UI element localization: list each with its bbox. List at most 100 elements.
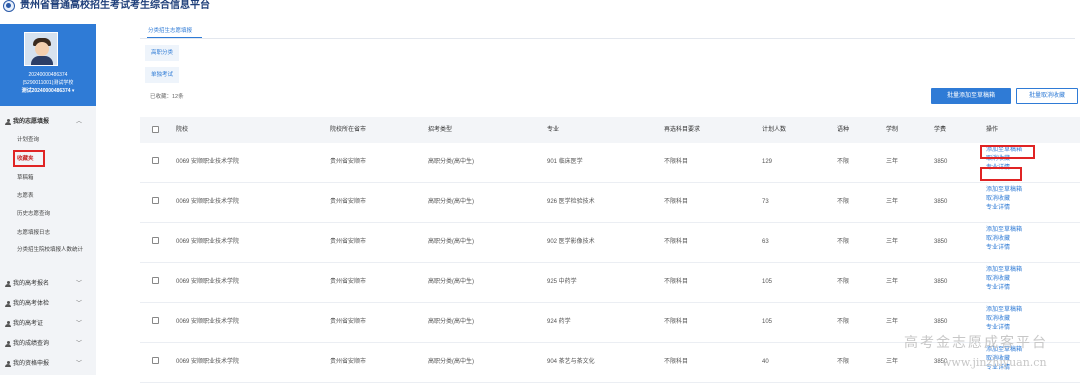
cell-lang: 不限 [837, 279, 850, 285]
cell-school: 0069 安顺职业技术学院 [176, 239, 240, 245]
add-to-draft-link[interactable]: 添加至草稿箱 [986, 306, 1022, 314]
cell-req: 不限科目 [664, 359, 689, 365]
sidebar-item-log[interactable]: 志愿填报日志 [17, 229, 50, 237]
cell-city: 贵州省安顺市 [330, 359, 367, 365]
row-checkbox[interactable] [152, 237, 159, 244]
cell-major: 902 医学影像技术 [547, 239, 595, 245]
column-header: 专业 [547, 127, 560, 133]
sidebar-section-scores[interactable]: 我的成绩查询 ﹀ [0, 334, 96, 354]
highlight-box [980, 167, 1022, 181]
remove-favorite-link[interactable]: 取消收藏 [986, 315, 1010, 323]
batch-remove-favorite-button[interactable]: 批量取消收藏 [1016, 88, 1078, 104]
row-checkbox[interactable] [152, 197, 159, 204]
profile-school: (5290011001)测试学校 [22, 80, 74, 86]
row-checkbox[interactable] [152, 357, 159, 364]
cell-city: 贵州省安顺市 [330, 199, 367, 205]
column-header: 操作 [986, 127, 999, 133]
cell-major: 924 药学 [547, 319, 571, 325]
cell-city: 贵州省安顺市 [330, 319, 367, 325]
remove-favorite-link[interactable]: 取消收藏 [986, 235, 1010, 243]
table-row: 0069 安顺职业技术学院 贵州省安顺市 高职分类(高中生) 902 医学影像技术 不限… [140, 223, 1080, 263]
add-to-draft-link[interactable]: 添加至草稿箱 [986, 226, 1022, 234]
sidebar-item-volunteer-table[interactable]: 志愿表 [17, 192, 34, 200]
cell-fee: 3850 [934, 199, 948, 205]
sidebar-section-registration[interactable]: 我的高考报名 ﹀ [0, 274, 96, 294]
sidebar-section-admission-card[interactable]: 我的高考证 ﹀ [0, 314, 96, 334]
sidebar-section-label: 我的高考体检 [13, 301, 50, 307]
chevron-down-icon: ﹀ [76, 341, 83, 347]
sidebar: 20240000486374 (5290011001)测试学校 测试202400… [0, 24, 96, 375]
select-all-checkbox[interactable] [152, 126, 159, 133]
person-icon [5, 361, 11, 367]
major-detail-link[interactable]: 专业详情 [986, 204, 1010, 212]
chevron-down-icon: ﹀ [76, 321, 83, 327]
cell-plan: 129 [762, 159, 773, 165]
cell-lang: 不限 [837, 199, 850, 205]
row-checkbox[interactable] [152, 277, 159, 284]
tab-classified-volunteer[interactable]: 分类招生志愿填报 [148, 26, 192, 36]
cell-years: 三年 [886, 319, 899, 325]
favorites-count: 已收藏：12条 [150, 94, 184, 100]
sidebar-section-label: 我的成绩查询 [13, 341, 50, 347]
person-icon [5, 119, 11, 125]
watermark-url: www.jinzhiyuan.cn [942, 356, 1047, 369]
cell-type: 高职分类(高中生) [428, 359, 474, 365]
cell-lang: 不限 [837, 319, 850, 325]
cell-school: 0069 安顺职业技术学院 [176, 279, 240, 285]
divider [140, 38, 1075, 39]
major-detail-link[interactable]: 专业详情 [986, 244, 1010, 252]
person-icon [5, 301, 11, 307]
table-row: 0069 安顺职业技术学院 贵州省安顺市 高职分类(高中生) 926 医学检验技术 不限… [140, 183, 1080, 223]
cell-city: 贵州省安顺市 [330, 279, 367, 285]
filter-chip-vocational[interactable]: 高职分类 [145, 45, 180, 61]
column-header: 再选科目要求 [664, 127, 701, 133]
cell-lang: 不限 [837, 359, 850, 365]
cell-major: 901 临床医学 [547, 159, 583, 165]
add-to-draft-link[interactable]: 添加至草稿箱 [986, 186, 1022, 194]
row-checkbox[interactable] [152, 157, 159, 164]
batch-add-draft-button[interactable]: 批量添加至草稿箱 [931, 88, 1011, 104]
column-header: 院校 [176, 127, 189, 133]
sidebar-section-volunteer[interactable]: 我的志愿填报 ︿ [0, 112, 96, 132]
sidebar-section-label: 我的高考证 [13, 321, 44, 327]
sidebar-item-history[interactable]: 历史志愿查询 [17, 210, 50, 218]
add-to-draft-link[interactable]: 添加至草稿箱 [986, 266, 1022, 274]
cell-req: 不限科目 [664, 239, 689, 245]
cell-plan: 105 [762, 279, 773, 285]
sidebar-section-label: 我的资格申报 [13, 361, 50, 367]
cell-plan: 63 [762, 239, 769, 245]
cell-plan: 105 [762, 319, 773, 325]
sidebar-section-qualification[interactable]: 我的资格申报 ﹀ [0, 354, 96, 374]
chevron-up-icon: ︿ [76, 119, 83, 125]
cell-lang: 不限 [837, 159, 850, 165]
column-header: 学制 [886, 127, 899, 133]
person-icon [5, 341, 11, 347]
avatar [24, 32, 58, 66]
remove-favorite-link[interactable]: 取消收藏 [986, 275, 1010, 283]
major-detail-link[interactable]: 专业详情 [986, 284, 1010, 292]
cell-school: 0069 安顺职业技术学院 [176, 319, 240, 325]
sidebar-item-stats[interactable]: 分类招生院校填报人数统计 [17, 246, 91, 254]
filter-chip-single-exam[interactable]: 单独考试 [145, 67, 180, 83]
cell-req: 不限科目 [664, 279, 689, 285]
table-row: 0069 安顺职业技术学院 贵州省安顺市 高职分类(高中生) 925 中药学 不限科目 1… [140, 263, 1080, 303]
column-header: 招考类型 [428, 127, 453, 133]
sidebar-section-label: 我的志愿填报 [13, 119, 50, 125]
remove-favorite-link[interactable]: 取消收藏 [986, 195, 1010, 203]
table-header: 院校 院校所在省市 招考类型 专业 再选科目要求 计划人数 语种 学制 学费 操… [140, 117, 1080, 143]
sidebar-item-drafts[interactable]: 草稿箱 [17, 174, 34, 182]
major-detail-link[interactable]: 专业详情 [986, 324, 1010, 332]
cell-years: 三年 [886, 159, 899, 165]
profile-card: 20240000486374 (5290011001)测试学校 测试202400… [0, 24, 96, 106]
cell-school: 0069 安顺职业技术学院 [176, 359, 240, 365]
profile-user-menu[interactable]: 测试20240000486374 ▾ [0, 88, 96, 95]
cell-years: 三年 [886, 359, 899, 365]
row-checkbox[interactable] [152, 317, 159, 324]
cell-major: 904 茶艺与茶文化 [547, 359, 595, 365]
cell-plan: 40 [762, 359, 769, 365]
sidebar-item-plan-query[interactable]: 计划查询 [17, 136, 39, 144]
sidebar-section-medical[interactable]: 我的高考体检 ﹀ [0, 294, 96, 314]
table-row: 0069 安顺职业技术学院 贵州省安顺市 高职分类(高中生) 901 临床医学 不限科目… [140, 143, 1080, 183]
highlight-box [13, 150, 45, 167]
cell-type: 高职分类(高中生) [428, 159, 474, 165]
